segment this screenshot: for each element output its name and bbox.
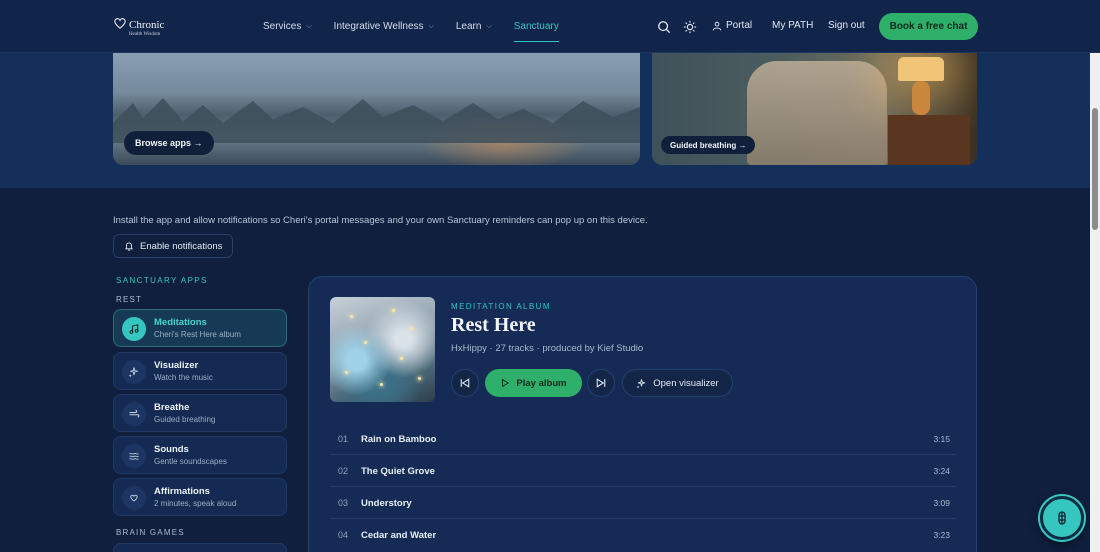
app-affirmations[interactable]: Affirmations 2 minutes, speak aloud xyxy=(113,478,287,516)
track-duration: 3:15 xyxy=(933,434,950,444)
music-note-icon xyxy=(122,317,146,341)
track-name: Rain on Bamboo xyxy=(361,434,437,445)
guided-breathing-button[interactable]: Guided breathing → xyxy=(661,136,756,154)
enable-notifications-button[interactable]: Enable notifications xyxy=(113,234,233,258)
album-title: Rest Here xyxy=(451,314,536,336)
nav-sanctuary-label: Sanctuary xyxy=(513,21,559,32)
hero-reading-chair-image: Guided breathing → xyxy=(652,53,977,165)
play-album-label: Play album xyxy=(516,377,567,389)
logo-sub-text: Health Wisdom xyxy=(129,32,161,37)
app-visualizer[interactable]: Visualizer Watch the music xyxy=(113,352,287,390)
site-logo[interactable]: Chronic Health Wisdom xyxy=(113,16,164,37)
play-album-button[interactable]: Play album xyxy=(485,369,582,397)
nav-services[interactable]: Services ⌵ xyxy=(263,0,312,53)
app-brain-games-item[interactable] xyxy=(113,543,287,552)
album-kicker: MEDITATION ALBUM xyxy=(451,302,551,311)
track-duration: 3:24 xyxy=(933,466,950,476)
hero-lake-image: Browse apps → xyxy=(113,53,640,165)
album-cover-image xyxy=(330,297,435,402)
track-name: Cedar and Water xyxy=(361,530,437,541)
floating-sanctuary-button[interactable] xyxy=(1040,496,1084,540)
sign-out-link[interactable]: Sign out xyxy=(828,20,865,31)
nav-sanctuary[interactable]: Sanctuary xyxy=(513,0,559,53)
sparkles-icon xyxy=(122,360,146,384)
lotus-icon xyxy=(1058,511,1066,525)
app-affirmations-title: Affirmations xyxy=(154,486,210,497)
chevron-down-icon: ⌵ xyxy=(306,22,312,30)
sun-theme-icon[interactable] xyxy=(682,19,698,35)
track-duration: 3:09 xyxy=(933,498,950,508)
main-nav: Services ⌵ Integrative Wellness ⌵ Learn … xyxy=(263,0,581,53)
open-visualizer-button[interactable]: Open visualizer xyxy=(622,369,733,397)
app-breathe-sub: Guided breathing xyxy=(154,415,216,424)
track-name: The Quiet Grove xyxy=(361,466,435,477)
skip-back-icon xyxy=(460,378,470,388)
app-meditations-title: Meditations xyxy=(154,317,207,328)
track-row[interactable]: 04 Cedar and Water 3:23 xyxy=(330,519,956,551)
user-icon xyxy=(712,21,722,31)
nav-integrative-wellness[interactable]: Integrative Wellness ⌵ xyxy=(334,0,434,53)
nav-services-label: Services xyxy=(263,21,302,32)
browse-apps-button[interactable]: Browse apps → xyxy=(124,131,214,155)
nav-learn[interactable]: Learn ⌵ xyxy=(456,0,492,53)
my-path-link[interactable]: My PATH xyxy=(772,20,813,31)
portal-label: Portal xyxy=(726,20,753,31)
app-sounds[interactable]: Sounds Gentle soundscapes xyxy=(113,436,287,474)
album-meta: HxHippy · 27 tracks · produced by Kief S… xyxy=(451,343,644,354)
track-number: 03 xyxy=(338,498,349,508)
armchair-shape xyxy=(747,61,887,165)
page-scrollbar[interactable] xyxy=(1090,0,1100,552)
chevron-down-icon: ⌵ xyxy=(486,22,492,30)
app-sounds-title: Sounds xyxy=(154,444,189,455)
chevron-down-icon: ⌵ xyxy=(428,22,434,30)
open-visualizer-label: Open visualizer xyxy=(653,377,719,389)
previous-track-button[interactable] xyxy=(451,369,479,397)
sanctuary-apps-heading: SANCTUARY APPS xyxy=(116,276,208,285)
portal-link[interactable]: Portal xyxy=(712,20,752,31)
waves-icon xyxy=(122,444,146,468)
next-track-button[interactable] xyxy=(587,369,615,397)
play-icon xyxy=(502,378,510,388)
logo-main-text: Chronic xyxy=(129,19,165,31)
bell-icon xyxy=(125,242,133,251)
skip-forward-icon xyxy=(596,378,606,388)
app-breathe-title: Breathe xyxy=(154,402,190,413)
lamp-shade-shape xyxy=(898,57,944,81)
sparkles-icon xyxy=(636,378,646,388)
app-visualizer-sub: Watch the music xyxy=(154,373,213,382)
heart-hand-icon xyxy=(122,486,146,510)
nav-integrative-wellness-label: Integrative Wellness xyxy=(333,21,424,32)
book-chat-button[interactable]: Book a free chat xyxy=(879,13,978,40)
nav-learn-label: Learn xyxy=(455,21,482,32)
app-meditations-sub: Cheri's Rest Here album xyxy=(154,330,241,339)
track-number: 01 xyxy=(338,434,349,444)
track-row[interactable]: 03 Understory 3:09 xyxy=(330,487,956,519)
wind-icon xyxy=(122,402,146,426)
app-breathe[interactable]: Breathe Guided breathing xyxy=(113,394,287,432)
top-navbar: Chronic Health Wisdom Services ⌵ Integra… xyxy=(0,0,1100,53)
side-table-shape xyxy=(888,115,970,165)
lamp-base-shape xyxy=(912,81,930,115)
track-row[interactable]: 01 Rain on Bamboo 3:15 xyxy=(330,423,956,455)
search-icon[interactable] xyxy=(656,19,672,35)
app-sounds-sub: Gentle soundscapes xyxy=(154,457,227,466)
track-number: 04 xyxy=(338,530,349,540)
enable-notifications-label: Enable notifications xyxy=(140,240,223,252)
rest-heading: REST xyxy=(116,295,143,304)
app-affirmations-sub: 2 minutes, speak aloud xyxy=(154,499,237,508)
track-duration: 3:23 xyxy=(933,530,950,540)
scrollbar-thumb[interactable] xyxy=(1092,108,1098,230)
heart-logo-icon xyxy=(114,18,126,29)
track-row[interactable]: 02 The Quiet Grove 3:24 xyxy=(330,455,956,487)
install-app-message: Install the app and allow notifications … xyxy=(113,215,648,226)
brain-games-heading: BRAIN GAMES xyxy=(116,528,185,537)
app-visualizer-title: Visualizer xyxy=(154,360,199,371)
app-meditations[interactable]: Meditations Cheri's Rest Here album xyxy=(113,309,287,347)
track-name: Understory xyxy=(361,498,412,509)
track-number: 02 xyxy=(338,466,349,476)
